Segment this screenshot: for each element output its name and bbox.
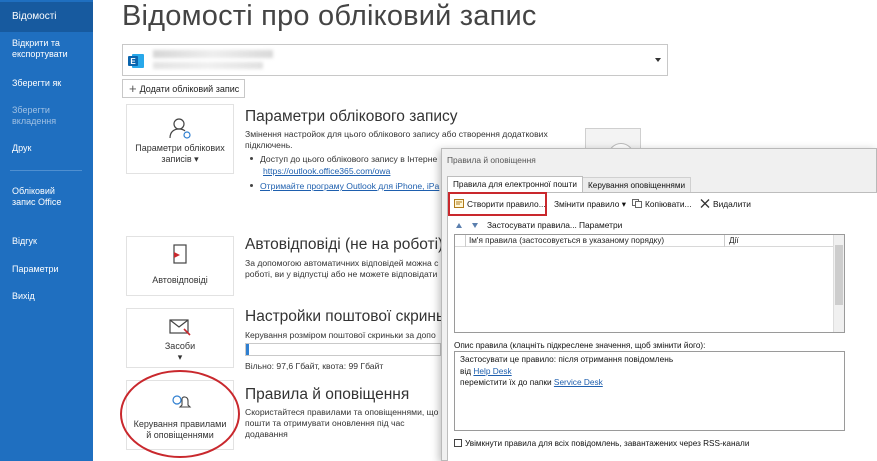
- mailbox-tools-icon: [169, 319, 191, 336]
- mailbox-settings-desc: Керування розміром поштової скриньки за …: [245, 330, 436, 340]
- rss-rules-row: Увімкнути правила для всіх повідомлень, …: [454, 439, 749, 448]
- mailbox-settings-title: Настройки поштової скриньки: [245, 308, 460, 325]
- account-email-redacted: [153, 62, 263, 69]
- auto-reply-desc: За допомогою автоматичних відповідей мож…: [245, 258, 439, 279]
- service-desk-link[interactable]: Service Desk: [554, 377, 603, 387]
- rss-rules-label: Увімкнути правила для всіх повідомлень, …: [465, 439, 750, 448]
- apply-rules-button[interactable]: Застосувати правила...: [487, 220, 577, 230]
- account-settings-title: Параметри облікового запису: [245, 108, 458, 125]
- nav-feedback[interactable]: Відгук: [0, 236, 93, 247]
- delete-icon: [700, 199, 710, 208]
- account-settings-label: Параметри облікових записів ▾: [135, 143, 225, 164]
- tools-label: Засоби: [164, 341, 196, 351]
- rules-list-scrollbar[interactable]: [833, 235, 844, 332]
- user-settings-icon: [169, 118, 191, 139]
- add-account-button[interactable]: + Додати обліковий запис: [122, 79, 245, 98]
- nav-open-export[interactable]: Відкрити та експортувати: [0, 38, 93, 60]
- account-name-redacted: [153, 50, 273, 58]
- nav-separator: [10, 170, 82, 171]
- highlight-ellipse: [120, 370, 240, 458]
- move-up-button[interactable]: [456, 220, 462, 230]
- auto-reply-tile[interactable]: Автовідповіді: [126, 236, 234, 296]
- nav-office-account[interactable]: Обліковий запис Office: [0, 186, 70, 208]
- rules-title: Правила й оповіщення: [245, 386, 410, 403]
- tab-manage-alerts[interactable]: Керування оповіщеннями: [582, 177, 692, 193]
- copy-icon: [632, 199, 642, 208]
- rule-desc-line-2: від Help Desk: [460, 365, 512, 376]
- highlight-box-create-rule: [448, 192, 547, 216]
- nav-info[interactable]: Відомості: [0, 2, 93, 32]
- plus-icon: +: [129, 81, 137, 96]
- arrow-down-icon: [472, 223, 478, 228]
- rule-desc-line-3: перемістити їх до папки Service Desk: [460, 377, 603, 387]
- rules-list[interactable]: Ім'я правила (застосовується в указаному…: [454, 234, 845, 333]
- tools-dropdown-caret: ▾: [177, 352, 183, 362]
- mailbox-quota-text: Вільно: 97,6 Гбайт, квота: 99 Гбайт: [245, 361, 384, 371]
- nav-options[interactable]: Параметри: [0, 264, 93, 275]
- outlook-mobile-link[interactable]: Отримайте програму Outlook для iPhone, i…: [260, 181, 439, 191]
- auto-reply-title: Автовідповіді (не на роботі): [245, 236, 444, 253]
- arrow-up-icon: [456, 223, 462, 228]
- owa-link[interactable]: https://outlook.office365.com/owa: [263, 166, 390, 176]
- chevron-down-icon: [655, 58, 661, 62]
- mailbox-quota-fill: [246, 344, 249, 355]
- rss-rules-checkbox[interactable]: [454, 439, 462, 447]
- tools-tile[interactable]: Засоби ▾: [126, 308, 234, 368]
- rule-description-label: Опис правила (клацніть підкреслене значе…: [454, 341, 706, 350]
- outlook-mobile-line: Отримайте програму Outlook для iPhone, i…: [250, 181, 439, 192]
- page-title: Відомості про обліковий запис: [122, 0, 537, 32]
- auto-reply-label: Автовідповіді: [152, 275, 208, 285]
- rules-options-button[interactable]: Параметри: [579, 220, 622, 230]
- account-settings-tile[interactable]: Параметри облікових записів ▾: [126, 104, 234, 174]
- add-account-label: Додати обліковий запис: [139, 84, 240, 94]
- copy-rule-button[interactable]: Копіювати...: [632, 199, 692, 210]
- nav-print[interactable]: Друк: [0, 143, 93, 154]
- column-rule-name[interactable]: Ім'я правила (застосовується в указаному…: [469, 235, 664, 246]
- nav-save-attachments: Зберегти вкладення: [12, 105, 57, 126]
- change-rule-button[interactable]: Змінити правило ▾: [554, 199, 626, 210]
- move-down-button[interactable]: [472, 220, 478, 230]
- rules-desc: Скористайтеся правилами та оповіщеннями,…: [245, 407, 439, 439]
- help-desk-link[interactable]: Help Desk: [473, 366, 511, 376]
- nav-save-as[interactable]: Зберегти як: [0, 78, 93, 89]
- exchange-icon: E: [128, 54, 144, 68]
- svg-text:E: E: [130, 57, 136, 66]
- backstage-sidebar: Відомості Відкрити та експортувати Збере…: [0, 0, 93, 461]
- column-actions[interactable]: Дії: [729, 235, 739, 246]
- auto-reply-icon: [173, 244, 187, 264]
- delete-rule-button[interactable]: Видалити: [700, 199, 751, 210]
- rules-list-header: Ім'я правила (застосовується в указаному…: [455, 235, 844, 247]
- account-dropdown[interactable]: E: [122, 44, 668, 76]
- dialog-title: Правила й оповіщення: [447, 155, 536, 165]
- rule-description-box: Застосувати це правило: після отримання …: [454, 351, 845, 431]
- rule-desc-line-1: Застосувати це правило: після отримання …: [460, 354, 674, 364]
- mailbox-quota-bar: [245, 343, 441, 356]
- account-web-access-line: Доступ до цього облікового запису в Інте…: [250, 154, 437, 165]
- nav-exit[interactable]: Вихід: [0, 291, 93, 302]
- tab-email-rules[interactable]: Правила для електронної пошти: [447, 176, 583, 193]
